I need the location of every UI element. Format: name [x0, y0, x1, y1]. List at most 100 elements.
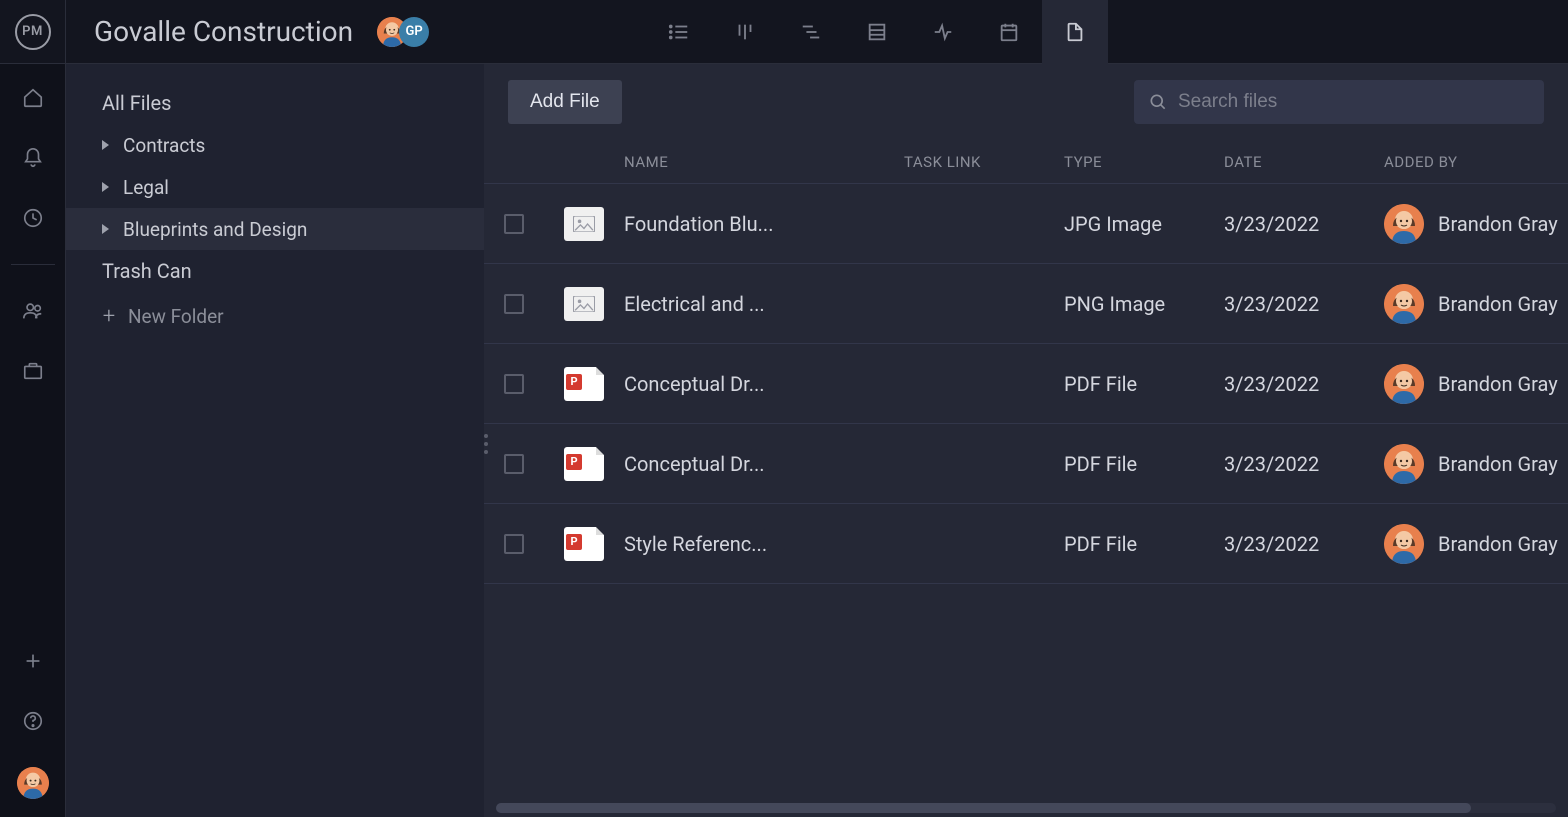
plus-icon: + — [102, 304, 116, 329]
col-date[interactable]: DATE — [1224, 153, 1384, 171]
file-date: 3/23/2022 — [1224, 532, 1384, 556]
main-panel: Add File NAME TASK LINK TYPE DATE ADDED … — [484, 64, 1568, 817]
search-input[interactable] — [1178, 91, 1530, 113]
file-type: JPG Image — [1064, 212, 1224, 236]
row-checkbox[interactable] — [504, 534, 524, 554]
rail-divider — [11, 264, 55, 265]
tree-label: Contracts — [123, 134, 205, 157]
col-type[interactable]: TYPE — [1064, 153, 1224, 171]
tree-label: All Files — [102, 91, 171, 115]
file-added-by: Brandon Gray — [1384, 444, 1568, 484]
tree-folder-contracts[interactable]: Contracts — [66, 124, 484, 166]
activity-view-icon[interactable] — [910, 0, 976, 64]
file-date: 3/23/2022 — [1224, 372, 1384, 396]
search-box[interactable] — [1134, 80, 1544, 124]
portfolio-icon[interactable] — [19, 357, 47, 385]
avatar-user-2: GP — [399, 17, 429, 47]
folder-sidebar: All Files Contracts Legal Blueprints and… — [66, 64, 484, 817]
file-name: Style Referenc... — [624, 532, 904, 556]
file-date: 3/23/2022 — [1224, 292, 1384, 316]
table-view-icon[interactable] — [844, 0, 910, 64]
file-type: PDF File — [1064, 532, 1224, 556]
help-icon[interactable] — [19, 707, 47, 735]
scrollbar-thumb[interactable] — [496, 803, 1471, 813]
tree-label: Legal — [123, 176, 169, 199]
file-date: 3/23/2022 — [1224, 212, 1384, 236]
calendar-view-icon[interactable] — [976, 0, 1042, 64]
col-added-by[interactable]: ADDED BY — [1384, 153, 1568, 171]
added-by-name: Brandon Gray — [1438, 372, 1558, 396]
file-name: Conceptual Dr... — [624, 372, 904, 396]
row-checkbox[interactable] — [504, 454, 524, 474]
list-view-icon[interactable] — [646, 0, 712, 64]
gantt-view-icon[interactable] — [778, 0, 844, 64]
col-name[interactable]: NAME — [624, 153, 904, 171]
added-by-name: Brandon Gray — [1438, 532, 1558, 556]
tree-label: Blueprints and Design — [123, 218, 307, 241]
file-table: NAME TASK LINK TYPE DATE ADDED BY SIZE F… — [484, 140, 1568, 803]
sidebar-resize-handle[interactable] — [484, 434, 488, 454]
table-header: NAME TASK LINK TYPE DATE ADDED BY SIZE — [484, 140, 1568, 184]
app-logo[interactable]: PM — [0, 0, 66, 64]
table-row[interactable]: Style Referenc... PDF File 3/23/2022 Bra… — [484, 504, 1568, 584]
chevron-right-icon — [102, 140, 109, 150]
chevron-right-icon — [102, 182, 109, 192]
avatar-icon — [1384, 284, 1424, 324]
project-title: Govalle Construction — [94, 15, 353, 48]
added-by-name: Brandon Gray — [1438, 212, 1558, 236]
file-thumbnail — [564, 447, 604, 481]
table-row[interactable]: Electrical and ... PNG Image 3/23/2022 B… — [484, 264, 1568, 344]
avatar-icon — [1384, 204, 1424, 244]
file-added-by: Brandon Gray — [1384, 364, 1568, 404]
board-view-icon[interactable] — [712, 0, 778, 64]
row-checkbox[interactable] — [504, 294, 524, 314]
file-date: 3/23/2022 — [1224, 452, 1384, 476]
file-name: Foundation Blu... — [624, 212, 904, 236]
file-thumbnail — [564, 287, 604, 321]
file-added-by: Brandon Gray — [1384, 204, 1568, 244]
horizontal-scrollbar[interactable] — [496, 803, 1556, 813]
col-task-link[interactable]: TASK LINK — [904, 153, 1064, 171]
top-bar: PM Govalle Construction GP — [0, 0, 1568, 64]
tree-folder-legal[interactable]: Legal — [66, 166, 484, 208]
file-name: Electrical and ... — [624, 292, 904, 316]
file-type: PDF File — [1064, 372, 1224, 396]
notifications-icon[interactable] — [19, 144, 47, 172]
table-row[interactable]: Conceptual Dr... PDF File 3/23/2022 Bran… — [484, 424, 1568, 504]
pm-logo-text: PM — [15, 14, 51, 50]
new-folder-button[interactable]: + New Folder — [66, 292, 484, 334]
files-toolbar: Add File — [484, 64, 1568, 140]
tree-label: Trash Can — [102, 259, 192, 283]
recent-icon[interactable] — [19, 204, 47, 232]
avatar-icon — [1384, 364, 1424, 404]
row-checkbox[interactable] — [504, 374, 524, 394]
added-by-name: Brandon Gray — [1438, 452, 1558, 476]
tree-folder-blueprints[interactable]: Blueprints and Design — [66, 208, 484, 250]
new-folder-label: New Folder — [128, 305, 224, 328]
file-type: PNG Image — [1064, 292, 1224, 316]
added-by-name: Brandon Gray — [1438, 292, 1558, 316]
file-thumbnail — [564, 367, 604, 401]
file-added-by: Brandon Gray — [1384, 524, 1568, 564]
home-icon[interactable] — [19, 84, 47, 112]
search-icon — [1148, 92, 1168, 112]
file-thumbnail — [564, 527, 604, 561]
tree-trash[interactable]: Trash Can — [66, 250, 484, 292]
file-thumbnail — [564, 207, 604, 241]
current-user-avatar[interactable] — [17, 767, 49, 799]
row-checkbox[interactable] — [504, 214, 524, 234]
avatar-icon — [1384, 524, 1424, 564]
table-row[interactable]: Foundation Blu... JPG Image 3/23/2022 Br… — [484, 184, 1568, 264]
add-icon[interactable] — [19, 647, 47, 675]
member-avatars[interactable]: GP — [377, 17, 429, 47]
add-file-button[interactable]: Add File — [508, 80, 622, 124]
chevron-right-icon — [102, 224, 109, 234]
files-view-icon[interactable] — [1042, 0, 1108, 64]
table-row[interactable]: Conceptual Dr... PDF File 3/23/2022 Bran… — [484, 344, 1568, 424]
file-added-by: Brandon Gray — [1384, 284, 1568, 324]
file-type: PDF File — [1064, 452, 1224, 476]
view-switcher — [646, 0, 1568, 64]
tree-all-files[interactable]: All Files — [66, 82, 484, 124]
nav-rail — [0, 64, 66, 817]
team-icon[interactable] — [19, 297, 47, 325]
